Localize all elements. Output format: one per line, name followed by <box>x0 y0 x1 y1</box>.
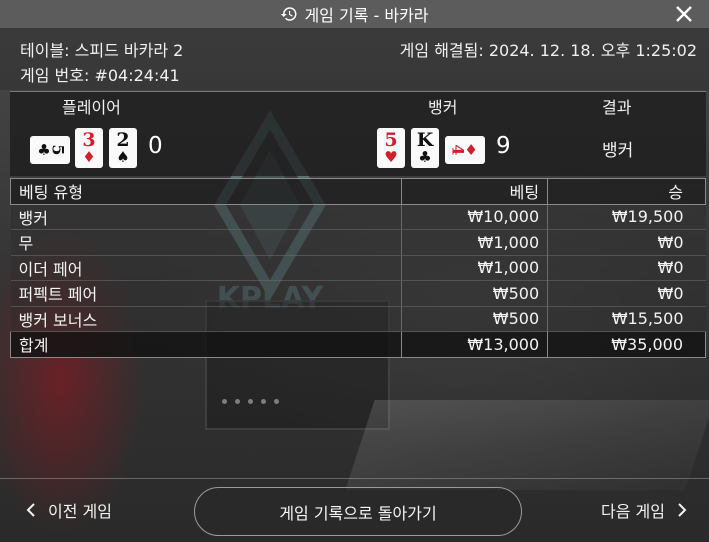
card-suit: ♠ <box>116 148 130 166</box>
background-glass-shield <box>345 400 709 490</box>
table-name: 테이블: 스피드 바카라 2 <box>20 41 184 60</box>
banker-card-3: 4 ♦ <box>445 136 485 164</box>
previous-game-label: 이전 게임 <box>48 502 112 521</box>
bet-amount: ₩500 <box>401 280 549 307</box>
bet-amount: ₩10,000 <box>401 204 549 230</box>
bet-type: 뱅커 <box>10 204 402 230</box>
win-amount: ₩15,500 <box>547 306 706 332</box>
game-info: 테이블: 스피드 바카라 2 게임 해결됨: 2024. 12. 18. 오후 … <box>0 28 709 90</box>
close-icon[interactable] <box>673 3 695 25</box>
card-suit: ♥ <box>384 148 398 166</box>
back-to-history-button[interactable]: 게임 기록으로 돌아가기 <box>194 487 522 536</box>
window-title: 게임 기록 - 바카라 <box>304 6 429 25</box>
total-label: 합계 <box>9 331 403 358</box>
total-bet: ₩13,000 <box>401 331 549 358</box>
history-clock-icon <box>281 7 297 21</box>
chevron-left-icon <box>26 503 35 517</box>
total-row: 합계 ₩13,000 ₩35,000 <box>9 331 706 358</box>
player-card-1: ♣ 5 <box>30 136 70 164</box>
win-amount: ₩0 <box>547 229 706 256</box>
bet-type: 퍼펙트 페어 <box>10 280 402 307</box>
previous-game-button[interactable]: 이전 게임 <box>26 498 112 522</box>
table-row: 무 ₩1,000 ₩0 <box>10 229 706 256</box>
win-amount: ₩0 <box>547 255 706 281</box>
next-game-button[interactable]: 다음 게임 <box>601 498 687 522</box>
result-value: 뱅커 <box>602 141 634 161</box>
chevron-right-icon <box>678 503 687 517</box>
bet-amount: ₩500 <box>401 306 549 332</box>
card-suit: ♦ <box>82 148 96 166</box>
player-header: 플레이어 <box>62 98 121 117</box>
bet-amount: ₩1,000 <box>401 255 549 281</box>
header-bet-type: 베팅 유형 <box>9 178 403 205</box>
hands-panel: 플레이어 뱅커 결과 ♣ 5 3 ♦ 2 ♠ 0 5 ♥ K ♣ 4 ♦ 9 뱅… <box>10 91 706 176</box>
banker-header: 뱅커 <box>428 98 458 117</box>
player-card-2: 3 ♦ <box>75 128 103 168</box>
bet-type: 무 <box>10 229 402 256</box>
player-card-3: 2 ♠ <box>109 128 137 168</box>
title-bar: 게임 기록 - 바카라 <box>0 0 709 28</box>
bet-type: 이더 페어 <box>10 255 402 281</box>
table-row: 퍼펙트 페어 ₩500 ₩0 <box>10 280 706 307</box>
player-score: 0 <box>148 133 163 159</box>
table-row: 뱅커 보너스 ₩500 ₩15,500 <box>10 306 706 332</box>
resolved-time: 게임 해결됨: 2024. 12. 18. 오후 1:25:02 <box>399 41 697 60</box>
next-game-label: 다음 게임 <box>601 502 665 521</box>
header-bet-amount: 베팅 <box>401 178 549 205</box>
bets-header-row: 베팅 유형 베팅 승 <box>9 178 706 205</box>
banker-card-1: 5 ♥ <box>377 128 405 168</box>
result-header: 결과 <box>602 98 632 117</box>
win-amount: ₩19,500 <box>547 204 706 230</box>
bet-amount: ₩1,000 <box>401 229 549 256</box>
win-amount: ₩0 <box>547 280 706 307</box>
banker-card-2: K ♣ <box>411 128 439 168</box>
banker-score: 9 <box>496 133 511 159</box>
table-row: 뱅커 ₩10,000 ₩19,500 <box>10 204 706 230</box>
card-rank: 4 <box>448 144 468 156</box>
game-number: 게임 번호: #04:24:41 <box>20 66 180 85</box>
title-group: 게임 기록 - 바카라 <box>280 2 429 26</box>
total-win: ₩35,000 <box>547 331 706 358</box>
bet-type: 뱅커 보너스 <box>10 306 402 332</box>
bets-table: 베팅 유형 베팅 승 뱅커 ₩10,000 ₩19,500 무 ₩1,000 ₩… <box>9 178 706 358</box>
header-win-amount: 승 <box>547 178 706 205</box>
footer-divider <box>0 478 709 479</box>
card-rank: 5 <box>48 144 68 156</box>
table-row: 이더 페어 ₩1,000 ₩0 <box>10 255 706 281</box>
card-suit: ♣ <box>418 148 432 166</box>
background-dots <box>222 399 279 404</box>
